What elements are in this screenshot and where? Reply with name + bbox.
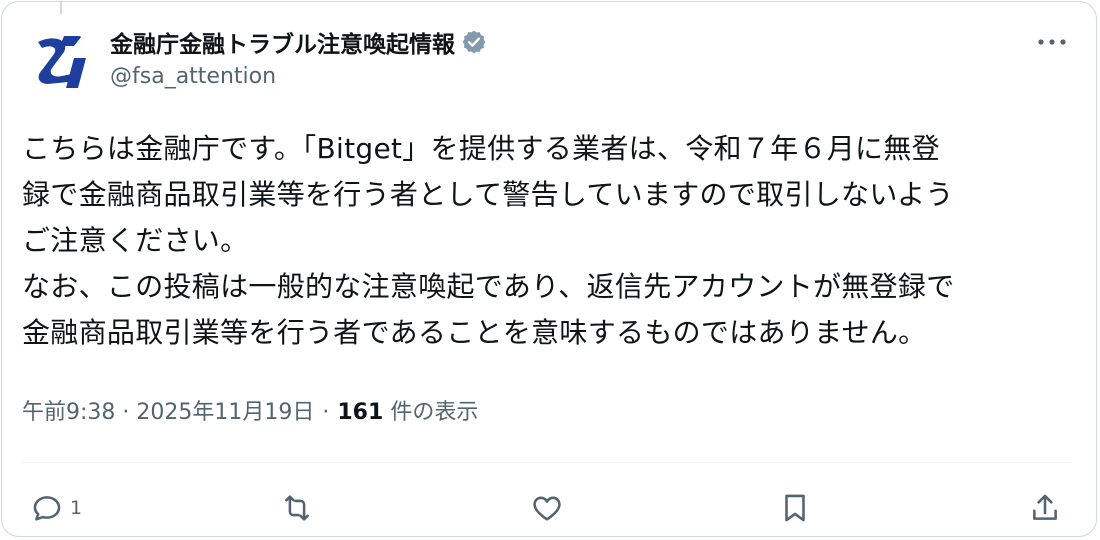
post-header: 金融庁金融トラブル注意喚起情報 @fsa_attention: [110, 24, 487, 89]
repost-button[interactable]: [280, 486, 314, 530]
view-count: 161: [337, 400, 384, 425]
bookmark-icon: [785, 494, 805, 522]
thread-line: [60, 2, 62, 14]
more-options-icon[interactable]: [1034, 30, 1070, 54]
reply-button[interactable]: 1: [30, 486, 82, 530]
view-label: 件の表示: [390, 400, 479, 425]
reply-icon: [33, 496, 61, 521]
repost-icon: [285, 495, 309, 521]
share-icon: [1033, 494, 1057, 520]
reply-count: 1: [70, 497, 83, 519]
user-handle[interactable]: @fsa_attention: [110, 64, 487, 89]
bookmark-button[interactable]: [778, 486, 812, 530]
verified-badge-icon[interactable]: [461, 29, 487, 55]
post-text: こちらは金融庁です。「Bitget」を提供する業者は、令和７年６月に無登 録で金…: [22, 132, 955, 349]
meta-separator: ·: [322, 400, 330, 425]
display-name[interactable]: 金融庁金融トラブル注意喚起情報: [110, 25, 455, 59]
divider: [22, 462, 1072, 463]
post-card: 金融庁金融トラブル注意喚起情報 @fsa_attention こちらは金融庁です…: [1, 1, 1097, 537]
fsa-logo-icon: [38, 36, 86, 88]
post-meta: 午前9:38 · 2025年11月19日 · 161 件の表示: [22, 394, 478, 426]
like-button[interactable]: [530, 486, 564, 530]
post-timestamp[interactable]: 午前9:38 · 2025年11月19日: [22, 400, 314, 425]
avatar[interactable]: [24, 28, 92, 96]
action-bar: 1: [2, 486, 1096, 530]
share-button[interactable]: [1028, 486, 1062, 530]
heart-icon: [533, 496, 561, 521]
